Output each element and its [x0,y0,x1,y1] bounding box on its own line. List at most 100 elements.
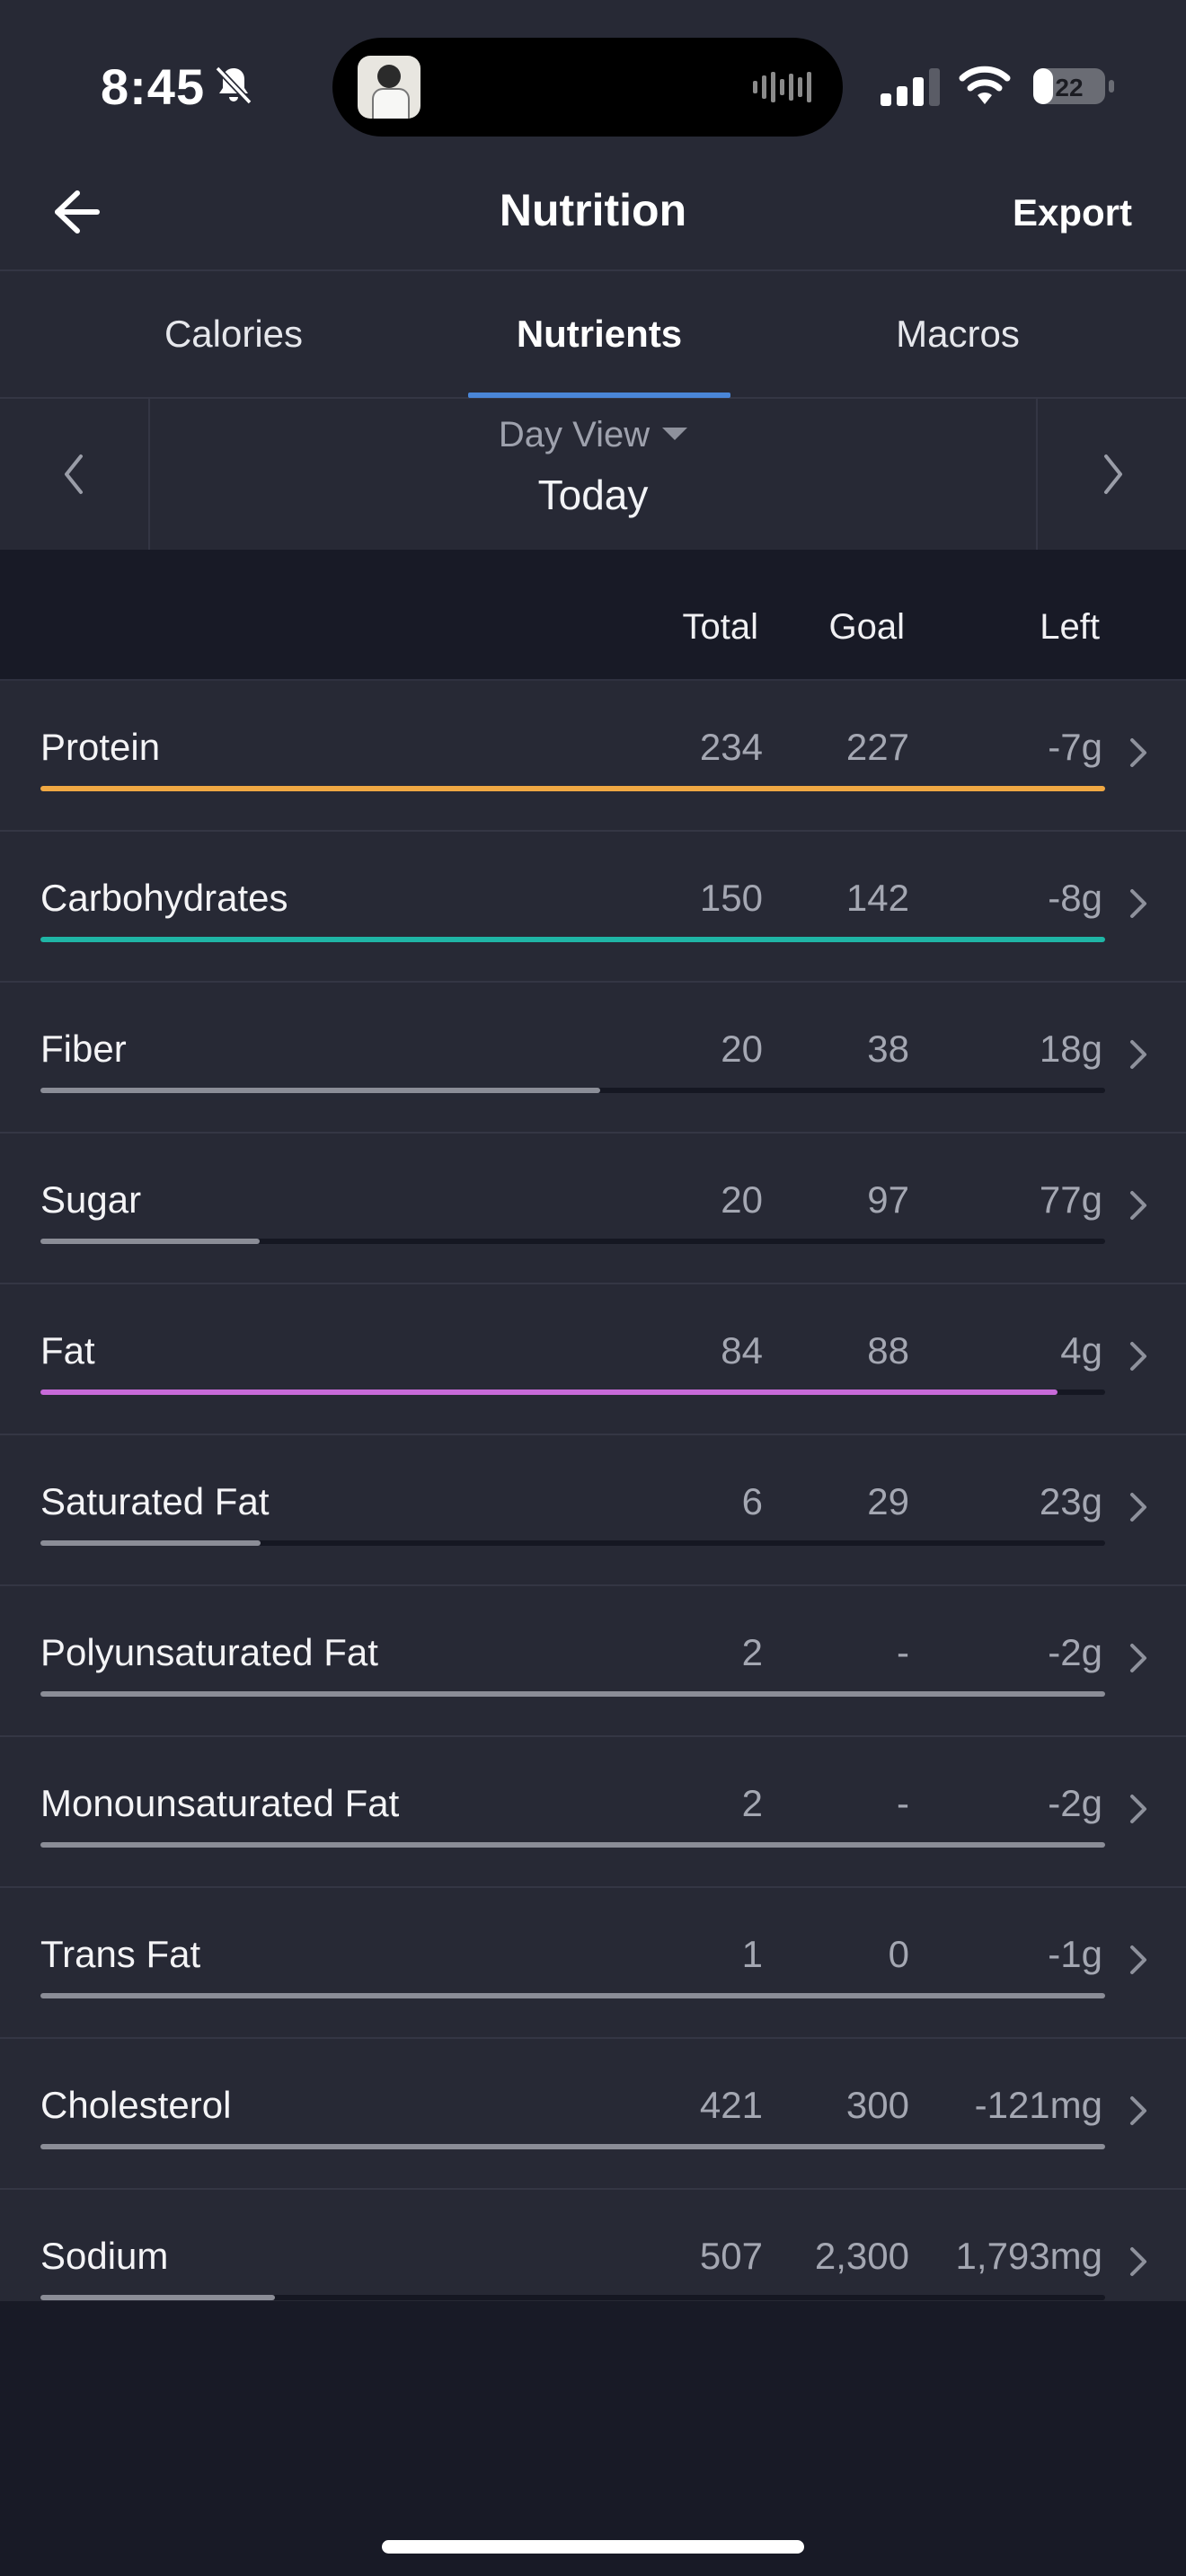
nutrient-name: Sodium [40,2235,169,2277]
nutrient-left: 23g [1039,1480,1102,1522]
nutrient-left: 18g [1039,1028,1102,1070]
chevron-right-icon [1130,1795,1146,1823]
page-title: Nutrition [499,185,687,235]
nutrient-row-trans-fat[interactable]: Trans Fat 1 0 -1g [0,1888,1186,2039]
navigation-bar: Nutrition Export [0,157,1186,271]
progress-fill [40,2144,1105,2149]
nutrient-goal: 142 [845,877,909,919]
chevron-right-icon [1130,2247,1146,2276]
home-indicator[interactable] [382,2540,804,2554]
status-bar: 8:45 22 [0,0,1186,157]
nutrient-left: 77g [1039,1178,1102,1221]
next-day-button[interactable] [1036,399,1186,550]
nutrient-row-carbohydrates[interactable]: Carbohydrates 150 142 -8g [0,832,1186,983]
nutrient-goal: 97 [867,1178,909,1221]
chevron-right-icon [1104,454,1122,494]
tab-calories[interactable]: Calories [99,313,368,356]
chevron-right-icon [1130,1493,1146,1522]
nutrient-total: 2 [741,1631,763,1673]
nutrient-row-polyunsaturated-fat[interactable]: Polyunsaturated Fat 2 - -2g [0,1586,1186,1737]
chevron-right-icon [1130,1945,1146,1974]
nutrient-goal: 300 [845,2084,909,2126]
nutrient-row-protein[interactable]: Protein 234 227 -7g [0,681,1186,832]
nutrient-total: 84 [721,1329,763,1372]
nutrient-name: Protein [40,726,161,768]
progress-fill [40,1691,1105,1697]
progress-bar [40,1088,1105,1093]
nutrient-total: 6 [741,1480,763,1522]
nutrient-left: -8g [1048,877,1102,919]
nutrient-row-sodium[interactable]: Sodium 507 2,300 1,793mg [0,2190,1186,2301]
nutrient-goal: - [897,1631,909,1673]
nutrient-total: 20 [721,1028,763,1070]
day-selector: Day View Today [0,399,1186,550]
column-header-total: Total [682,607,759,647]
progress-bar [40,937,1105,942]
nutrient-row-monounsaturated-fat[interactable]: Monounsaturated Fat 2 - -2g [0,1737,1186,1888]
chevron-right-icon [1130,738,1146,767]
progress-bar [40,1540,1105,1546]
nutrient-total: 150 [699,877,763,919]
nutrient-left: -121mg [974,2084,1102,2126]
progress-bar [40,786,1105,791]
previous-day-button[interactable] [0,399,150,550]
progress-bar [40,2295,1105,2300]
nutrient-goal: 88 [867,1329,909,1372]
status-time: 8:45 [101,58,206,115]
nutrient-list: Protein 234 227 -7g Carbohydrates 150 14… [0,681,1186,2301]
caret-down-icon [662,428,688,441]
nutrient-left: -2g [1048,1782,1102,1824]
progress-bar [40,2144,1105,2149]
nutrient-goal: 29 [867,1480,909,1522]
column-header-left: Left [1040,607,1100,647]
nutrient-total: 421 [699,2084,763,2126]
nutrient-row-fat[interactable]: Fat 84 88 4g [0,1284,1186,1435]
chevron-right-icon [1130,1342,1146,1371]
progress-fill [40,1239,261,1244]
nutrient-name: Cholesterol [40,2084,232,2126]
nutrient-goal: 227 [845,726,909,768]
dynamic-island [332,38,843,137]
now-playing-avatar [358,56,420,119]
nutrient-row-saturated-fat[interactable]: Saturated Fat 6 29 23g [0,1435,1186,1586]
nutrient-goal: - [897,1782,909,1824]
day-view-label: Day View [498,415,651,454]
chevron-right-icon [1130,889,1146,918]
nutrient-name: Carbohydrates [40,877,288,919]
nutrient-row-cholesterol[interactable]: Cholesterol 421 300 -121mg [0,2039,1186,2190]
column-header-goal: Goal [828,607,906,647]
progress-bar [40,1691,1105,1697]
nutrient-name: Saturated Fat [40,1480,270,1522]
tab-macros[interactable]: Macros [823,313,1093,356]
nutrient-left: -2g [1048,1631,1102,1673]
bell-muted-icon [215,66,252,105]
progress-fill [40,786,1105,791]
day-view-dropdown[interactable]: Day View Today [150,399,1036,550]
nutrient-total: 1 [741,1933,763,1975]
nutrient-total: 20 [721,1178,763,1221]
progress-fill [40,937,1105,942]
chevron-right-icon [1130,1040,1146,1069]
nutrient-left: -1g [1048,1933,1102,1975]
nutrient-left: 4g [1060,1329,1102,1372]
active-tab-indicator [468,393,730,398]
nutrient-left: -7g [1048,726,1102,768]
nutrient-total: 234 [699,726,763,768]
nutrient-goal: 0 [888,1933,909,1975]
progress-fill [40,1088,601,1093]
nutrient-name: Monounsaturated Fat [40,1782,400,1824]
nutrient-name: Trans Fat [40,1933,201,1975]
progress-bar [40,1239,1105,1244]
progress-fill [40,1993,1105,1998]
nutrient-row-fiber[interactable]: Fiber 20 38 18g [0,983,1186,1134]
progress-fill [40,1842,1105,1848]
column-headers: Total Goal Left [0,550,1186,681]
nutrient-total: 2 [741,1782,763,1824]
export-button[interactable]: Export [1013,191,1132,234]
nutrient-name: Fat [40,1329,95,1372]
wifi-icon [959,66,1011,104]
nutrient-row-sugar[interactable]: Sugar 20 97 77g [0,1134,1186,1284]
date-label: Today [537,472,649,518]
nutrient-total: 507 [699,2235,763,2277]
tab-nutrients[interactable]: Nutrients [465,313,734,356]
